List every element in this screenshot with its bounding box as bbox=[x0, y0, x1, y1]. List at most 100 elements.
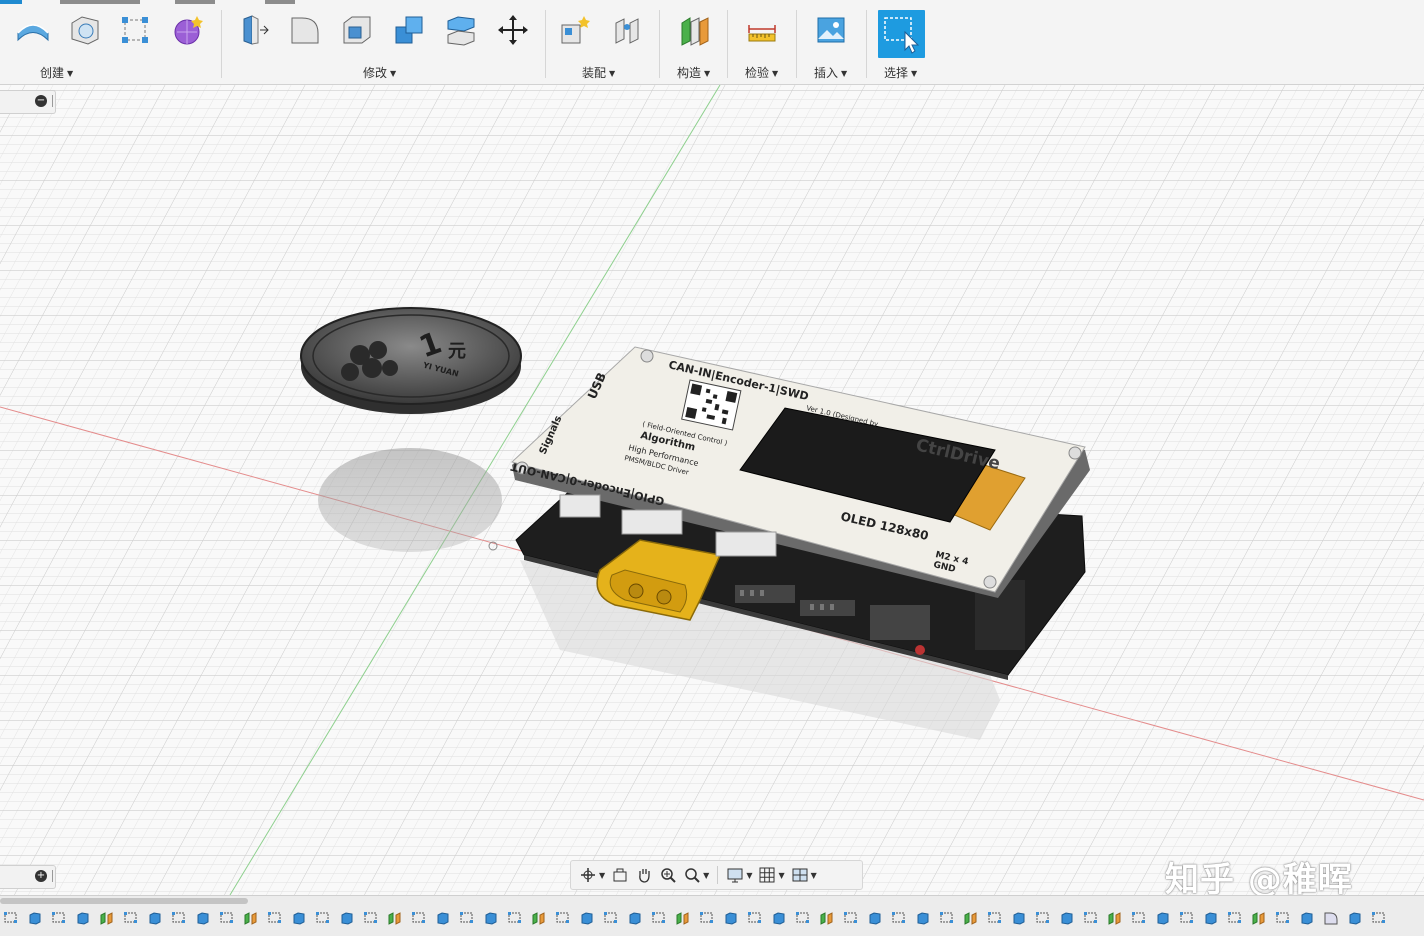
timeline-sketch-feature[interactable] bbox=[360, 910, 381, 926]
group-label-construct[interactable]: 构造 ▼ bbox=[677, 64, 710, 81]
timeline-extrude-feature[interactable] bbox=[24, 910, 45, 926]
timeline-sketch-feature[interactable] bbox=[1224, 910, 1245, 926]
timeline-sketch-feature[interactable] bbox=[600, 910, 621, 926]
timeline-joint-feature[interactable] bbox=[1104, 910, 1125, 926]
timeline-joint-feature[interactable] bbox=[672, 910, 693, 926]
expand-icon[interactable]: + bbox=[35, 870, 47, 882]
offset-plane-icon[interactable] bbox=[674, 10, 714, 50]
sketch-arc-icon[interactable] bbox=[13, 10, 53, 50]
timeline-sketch-feature[interactable] bbox=[792, 910, 813, 926]
timeline-extrude-feature[interactable] bbox=[336, 910, 357, 926]
timeline-scrollbar[interactable] bbox=[0, 898, 248, 904]
timeline-extrude-feature[interactable] bbox=[144, 910, 165, 926]
timeline-extrude-feature[interactable] bbox=[1200, 910, 1221, 926]
coin-model[interactable]: 1 元 YI YUAN bbox=[300, 307, 522, 414]
tab-solid-active[interactable] bbox=[0, 0, 22, 4]
timeline-sketch-feature[interactable] bbox=[1080, 910, 1101, 926]
insert-image-icon[interactable] bbox=[811, 10, 851, 50]
timeline-sketch-feature[interactable] bbox=[1128, 910, 1149, 926]
select-button-active[interactable] bbox=[878, 10, 925, 58]
timeline-extrude-feature[interactable] bbox=[432, 910, 453, 926]
tab-fragment[interactable] bbox=[60, 0, 140, 4]
timeline-extrude-feature[interactable] bbox=[768, 910, 789, 926]
orbit-button[interactable]: ▼ bbox=[577, 864, 607, 886]
zoom-button[interactable] bbox=[657, 864, 679, 886]
panel-grip-icon[interactable] bbox=[52, 870, 55, 882]
group-label-modify[interactable]: 修改 ▼ bbox=[363, 64, 396, 81]
timeline-sketch-feature[interactable] bbox=[840, 910, 861, 926]
fillet-icon[interactable] bbox=[285, 10, 325, 50]
timeline-sketch-feature[interactable] bbox=[696, 910, 717, 926]
look-at-button[interactable] bbox=[609, 864, 631, 886]
panel-grip-icon[interactable] bbox=[52, 95, 55, 107]
canvas-viewport[interactable]: 1 元 YI YUAN CAN-IN|Encoder-1|SWD GPIO|En… bbox=[0, 85, 1424, 895]
timeline-sketch-feature[interactable] bbox=[504, 910, 525, 926]
timeline-sketch-feature[interactable] bbox=[120, 910, 141, 926]
timeline-sketch-feature[interactable] bbox=[936, 910, 957, 926]
timeline-extrude-feature[interactable] bbox=[480, 910, 501, 926]
box-icon[interactable] bbox=[65, 10, 105, 50]
group-label-insert[interactable]: 插入 ▼ bbox=[814, 64, 847, 81]
collapse-icon[interactable]: − bbox=[35, 95, 47, 107]
timeline-sketch-feature[interactable] bbox=[0, 910, 21, 926]
timeline-sketch-feature[interactable] bbox=[648, 910, 669, 926]
timeline-extrude-feature[interactable] bbox=[1152, 910, 1173, 926]
timeline-extrude-feature[interactable] bbox=[1008, 910, 1029, 926]
timeline-joint-feature[interactable] bbox=[1248, 910, 1269, 926]
timeline-extrude-feature[interactable] bbox=[864, 910, 885, 926]
timeline-fillet-feature[interactable] bbox=[1320, 910, 1341, 926]
comments-panel-toggle[interactable]: + bbox=[0, 865, 56, 889]
timeline-extrude-feature[interactable] bbox=[192, 910, 213, 926]
timeline-extrude-feature[interactable] bbox=[72, 910, 93, 926]
tab-fragment[interactable] bbox=[175, 0, 215, 4]
measure-icon[interactable] bbox=[742, 10, 782, 50]
timeline-sketch-feature[interactable] bbox=[552, 910, 573, 926]
timeline-sketch-feature[interactable] bbox=[48, 910, 69, 926]
timeline-joint-feature[interactable] bbox=[528, 910, 549, 926]
display-settings-button[interactable]: ▼ bbox=[724, 864, 754, 886]
timeline-sketch-feature[interactable] bbox=[984, 910, 1005, 926]
timeline-sketch-feature[interactable] bbox=[888, 910, 909, 926]
timeline-sketch-feature[interactable] bbox=[456, 910, 477, 926]
timeline-joint-feature[interactable] bbox=[240, 910, 261, 926]
timeline-sketch-feature[interactable] bbox=[1272, 910, 1293, 926]
timeline-sketch-feature[interactable] bbox=[408, 910, 429, 926]
timeline-joint-feature[interactable] bbox=[384, 910, 405, 926]
timeline-sketch-feature[interactable] bbox=[168, 910, 189, 926]
timeline-joint-feature[interactable] bbox=[960, 910, 981, 926]
group-label-inspect[interactable]: 检验 ▼ bbox=[745, 64, 778, 81]
timeline-joint-feature[interactable] bbox=[816, 910, 837, 926]
viewports-button[interactable]: ▼ bbox=[789, 864, 819, 886]
shell-icon[interactable] bbox=[337, 10, 377, 50]
move-icon[interactable] bbox=[493, 10, 533, 50]
timeline-sketch-feature[interactable] bbox=[312, 910, 333, 926]
timeline-extrude-feature[interactable] bbox=[1056, 910, 1077, 926]
tab-fragment[interactable] bbox=[265, 0, 295, 4]
timeline-sketch-feature[interactable] bbox=[744, 910, 765, 926]
timeline-sketch-feature[interactable] bbox=[1176, 910, 1197, 926]
timeline-extrude-feature[interactable] bbox=[288, 910, 309, 926]
form-sphere-icon[interactable] bbox=[168, 10, 208, 50]
timeline-joint-feature[interactable] bbox=[96, 910, 117, 926]
group-label-select[interactable]: 选择 ▼ bbox=[884, 64, 917, 81]
pan-button[interactable] bbox=[633, 864, 655, 886]
timeline-extrude-feature[interactable] bbox=[1344, 910, 1365, 926]
zoom-window-button[interactable]: ▼ bbox=[681, 864, 711, 886]
timeline-sketch-feature[interactable] bbox=[264, 910, 285, 926]
timeline-extrude-feature[interactable] bbox=[576, 910, 597, 926]
group-label-create[interactable]: 创建 ▼ bbox=[40, 64, 73, 81]
rectangle-sketch-icon[interactable] bbox=[115, 10, 155, 50]
press-pull-icon[interactable] bbox=[233, 10, 273, 50]
group-label-assemble[interactable]: 装配 ▼ bbox=[582, 64, 615, 81]
timeline-extrude-feature[interactable] bbox=[1296, 910, 1317, 926]
timeline-sketch-feature[interactable] bbox=[1032, 910, 1053, 926]
split-body-icon[interactable] bbox=[441, 10, 481, 50]
timeline-extrude-feature[interactable] bbox=[912, 910, 933, 926]
timeline-sketch-feature[interactable] bbox=[1368, 910, 1389, 926]
combine-icon[interactable] bbox=[389, 10, 429, 50]
timeline-extrude-feature[interactable] bbox=[720, 910, 741, 926]
browser-panel-toggle[interactable]: − bbox=[0, 90, 56, 114]
timeline-extrude-feature[interactable] bbox=[624, 910, 645, 926]
joint-icon[interactable] bbox=[607, 10, 647, 50]
timeline-sketch-feature[interactable] bbox=[216, 910, 237, 926]
